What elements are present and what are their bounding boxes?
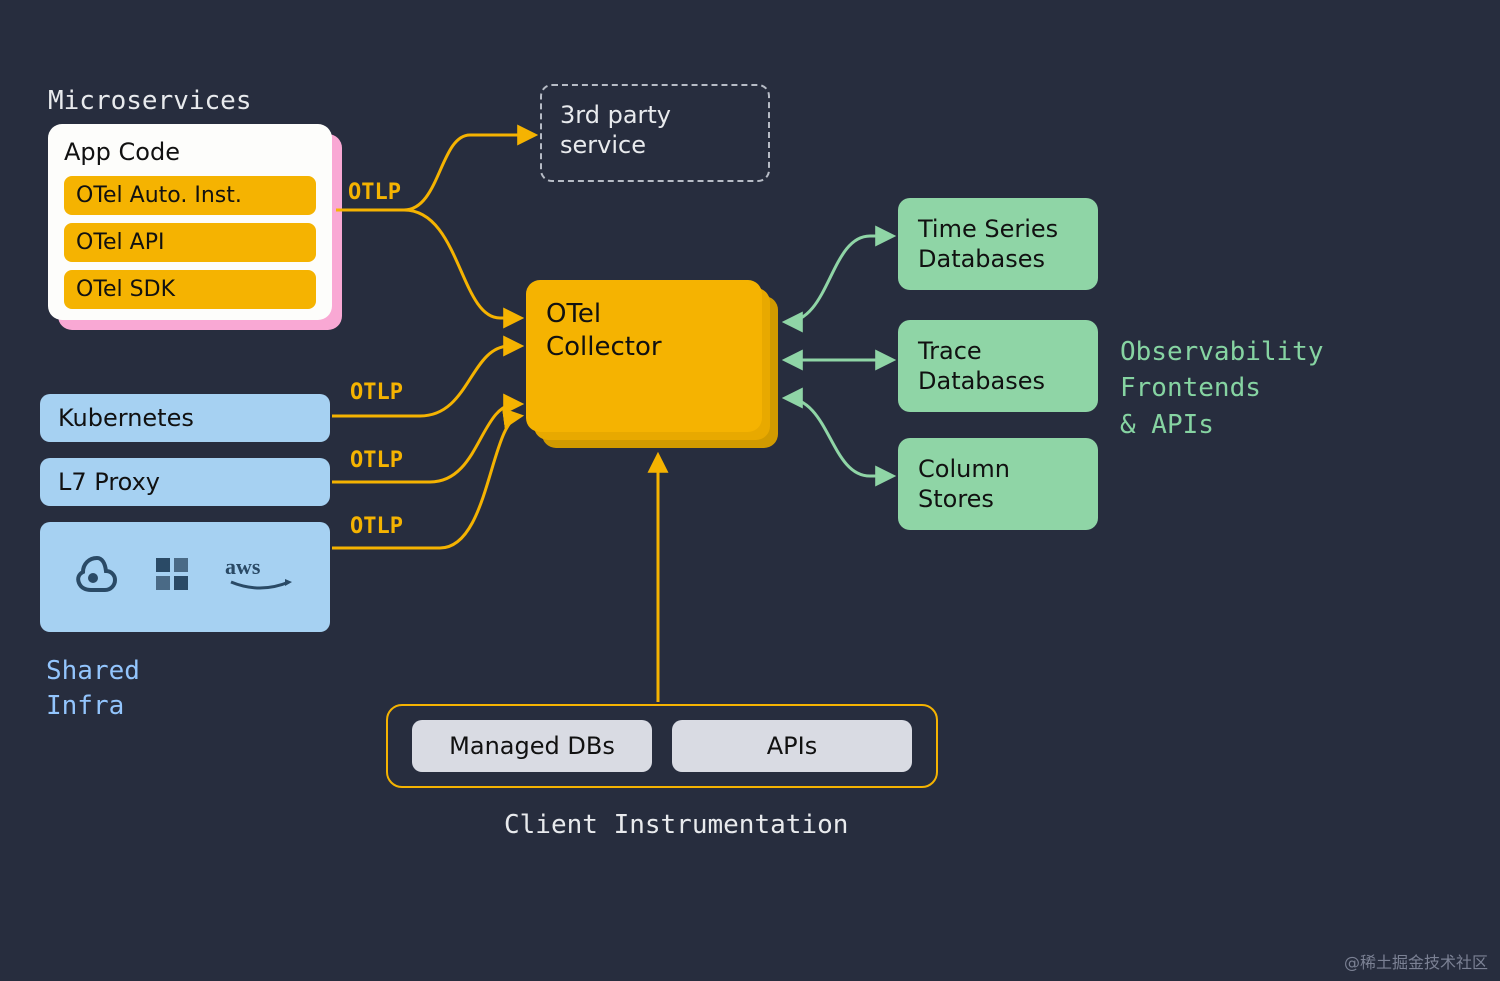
shared-infra-title: Shared Infra <box>46 654 140 724</box>
microservices-card: App Code OTel Auto. Inst. OTel API OTel … <box>48 124 332 320</box>
otlp-label-cloud: OTLP <box>350 514 403 539</box>
app-code-title: App Code <box>64 138 316 166</box>
time-series-db-box: Time Series Databases <box>898 198 1098 290</box>
watermark: @稀土掘金技术社区 <box>1344 949 1488 973</box>
otel-collector-box: OTel Collector <box>526 280 762 432</box>
otlp-label-microservices: OTLP <box>348 180 401 205</box>
l7-proxy-box: L7 Proxy <box>40 458 330 506</box>
otel-api-pill: OTel API <box>64 223 316 262</box>
client-instrumentation-title: Client Instrumentation <box>504 810 848 840</box>
otlp-label-l7: OTLP <box>350 448 403 473</box>
third-party-service-box: 3rd party service <box>540 84 770 182</box>
otlp-label-k8s: OTLP <box>350 380 403 405</box>
trace-db-box: Trace Databases <box>898 320 1098 412</box>
kubernetes-box: Kubernetes <box>40 394 330 442</box>
otel-collector-stack: OTel Collector <box>526 280 778 448</box>
managed-dbs-box: Managed DBs <box>412 720 652 772</box>
gcp-icon <box>75 552 119 602</box>
apis-box: APIs <box>672 720 912 772</box>
column-store-box: Column Stores <box>898 438 1098 530</box>
aws-icon: aws <box>225 552 295 602</box>
observability-title: Observability Frontends & APIs <box>1120 334 1324 443</box>
microservices-card-stack: App Code OTel Auto. Inst. OTel API OTel … <box>48 124 332 320</box>
otel-sdk-pill: OTel SDK <box>64 270 316 309</box>
azure-icon <box>152 554 192 600</box>
microservices-title: Microservices <box>48 86 252 116</box>
svg-text:aws: aws <box>225 554 261 579</box>
otel-auto-inst-pill: OTel Auto. Inst. <box>64 176 316 215</box>
client-instrumentation-frame: Managed DBs APIs <box>386 704 938 788</box>
cloud-providers-box: aws <box>40 522 330 632</box>
